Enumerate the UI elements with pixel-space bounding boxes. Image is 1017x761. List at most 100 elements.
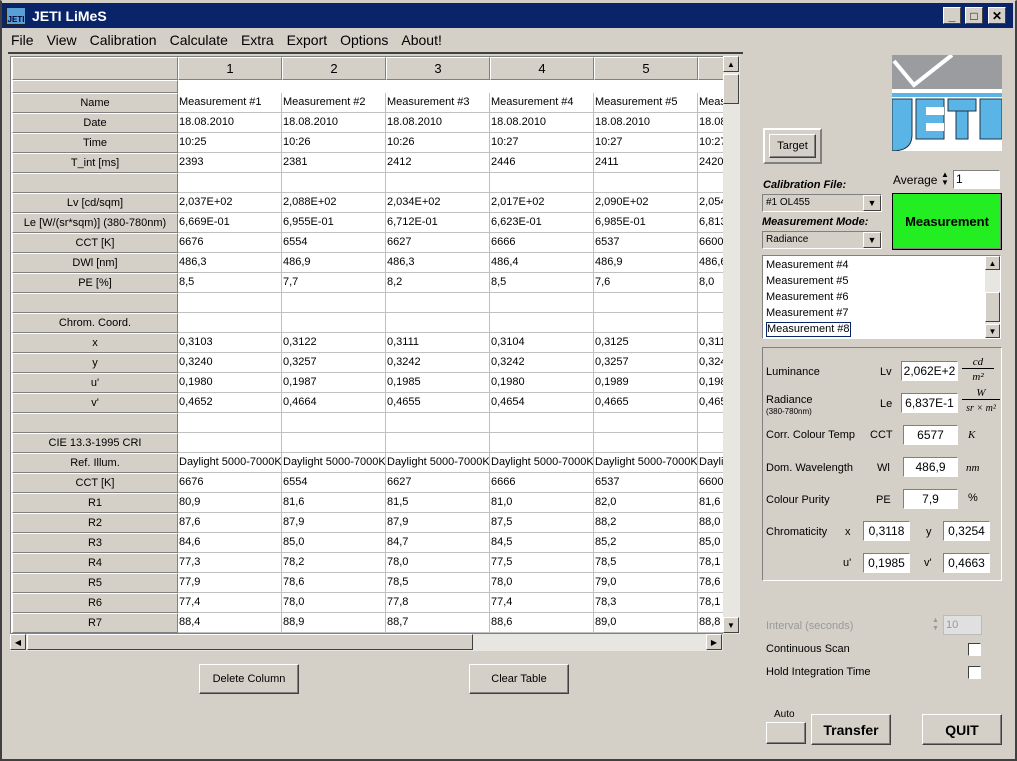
table-cell[interactable]: 18.08.2010 <box>282 113 386 133</box>
table-cell[interactable]: 6,712E-01 <box>386 213 490 233</box>
table-cell[interactable] <box>386 293 490 313</box>
table-cell[interactable]: 81,5 <box>386 493 490 513</box>
table-cell[interactable]: 6554 <box>282 233 386 253</box>
chevron-down-icon[interactable]: ▼ <box>863 232 881 248</box>
row-header[interactable]: x <box>12 333 178 353</box>
table-cell[interactable]: 6,985E-01 <box>594 213 698 233</box>
table-cell[interactable]: 6627 <box>386 473 490 493</box>
table-cell[interactable]: 84,5 <box>490 533 594 553</box>
row-header[interactable]: CCT [K] <box>12 473 178 493</box>
table-cell[interactable]: 79,0 <box>594 573 698 593</box>
column-header[interactable]: 1 <box>178 57 282 80</box>
scroll-down-icon[interactable]: ▼ <box>723 617 739 633</box>
table-cell[interactable]: 10:27 <box>698 133 723 153</box>
table-cell[interactable]: 78,5 <box>386 573 490 593</box>
table-cell[interactable]: 85,0 <box>698 533 723 553</box>
table-cell[interactable]: 18.08 <box>698 113 723 133</box>
table-cell[interactable]: 2,017E+02 <box>490 193 594 213</box>
table-cell[interactable] <box>698 433 723 453</box>
menu-file[interactable]: File <box>11 32 34 48</box>
hold-integration-checkbox[interactable] <box>968 666 981 679</box>
row-header[interactable] <box>12 413 178 433</box>
list-scrollbar[interactable]: ▲ ▼ <box>985 256 1000 338</box>
list-item[interactable]: Measurement #5 <box>766 273 997 289</box>
table-cell[interactable] <box>594 173 698 193</box>
quit-button[interactable]: QUIT <box>922 714 1002 745</box>
scroll-up-icon[interactable]: ▲ <box>985 256 1000 270</box>
table-cell[interactable]: 0,1980 <box>178 373 282 393</box>
table-cell[interactable]: 10:26 <box>282 133 386 153</box>
table-cell[interactable]: Daylight 5000-7000K <box>594 453 698 473</box>
table-cell[interactable] <box>490 313 594 333</box>
table-cell[interactable] <box>178 413 282 433</box>
table-cell[interactable] <box>282 433 386 453</box>
table-cell[interactable]: 6,813 <box>698 213 723 233</box>
transfer-button[interactable]: Transfer <box>811 714 891 745</box>
row-header[interactable] <box>12 293 178 313</box>
close-button[interactable]: ✕ <box>988 7 1006 24</box>
list-item[interactable]: Measurement #4 <box>766 257 997 273</box>
table-cell[interactable]: 2412 <box>386 153 490 173</box>
menu-calculate[interactable]: Calculate <box>170 32 228 48</box>
table-cell[interactable]: 77,4 <box>178 593 282 613</box>
table-cell[interactable]: 6666 <box>490 473 594 493</box>
column-header[interactable]: 5 <box>594 57 698 80</box>
table-cell[interactable] <box>698 173 723 193</box>
menu-about[interactable]: About! <box>401 32 441 48</box>
table-cell[interactable] <box>282 413 386 433</box>
table-cell[interactable]: 78,1 <box>698 593 723 613</box>
table-cell[interactable]: 2,088E+02 <box>282 193 386 213</box>
table-cell[interactable]: 6537 <box>594 233 698 253</box>
table-cell[interactable]: 78,0 <box>282 593 386 613</box>
menu-options[interactable]: Options <box>340 32 388 48</box>
table-cell[interactable]: 78,0 <box>490 573 594 593</box>
menu-calibration[interactable]: Calibration <box>90 32 157 48</box>
table-cell[interactable]: 0,3257 <box>594 353 698 373</box>
table-cell[interactable]: 0,3103 <box>178 333 282 353</box>
list-item[interactable]: Measurement #8 <box>766 322 851 337</box>
column-header[interactable]: 4 <box>490 57 594 80</box>
vertical-scrollbar[interactable]: ▲ ▼ <box>723 56 740 634</box>
target-button[interactable]: Target <box>769 134 816 158</box>
table-cell[interactable]: 0,4652 <box>178 393 282 413</box>
table-cell[interactable] <box>698 293 723 313</box>
table-cell[interactable]: Measurement #5 <box>594 93 698 113</box>
table-cell[interactable]: 0,3242 <box>490 353 594 373</box>
table-cell[interactable]: 87,9 <box>386 513 490 533</box>
table-cell[interactable]: 87,5 <box>490 513 594 533</box>
table-cell[interactable]: 81,6 <box>698 493 723 513</box>
continuous-scan-checkbox[interactable] <box>968 643 981 656</box>
table-cell[interactable]: 2,034E+02 <box>386 193 490 213</box>
table-cell[interactable]: 2393 <box>178 153 282 173</box>
table-cell[interactable] <box>490 413 594 433</box>
table-cell[interactable]: 18.08.2010 <box>386 113 490 133</box>
maximize-button[interactable]: □ <box>965 7 983 24</box>
row-header[interactable]: CIE 13.3-1995 CRI <box>12 433 178 453</box>
table-cell[interactable] <box>698 313 723 333</box>
table-cell[interactable]: 89,0 <box>594 613 698 633</box>
row-header[interactable]: T_int [ms] <box>12 153 178 173</box>
table-cell[interactable]: 8,5 <box>178 273 282 293</box>
table-cell[interactable]: 2446 <box>490 153 594 173</box>
row-header[interactable]: y <box>12 353 178 373</box>
table-cell[interactable]: Daylig <box>698 453 723 473</box>
table-cell[interactable] <box>386 173 490 193</box>
table-cell[interactable]: Measurement #1 <box>178 93 282 113</box>
table-cell[interactable]: 78,6 <box>282 573 386 593</box>
table-cell[interactable]: 486,3 <box>386 253 490 273</box>
table-cell[interactable]: Measurement #4 <box>490 93 594 113</box>
table-cell[interactable]: 77,4 <box>490 593 594 613</box>
table-cell[interactable] <box>594 433 698 453</box>
table-cell[interactable]: 2,054 <box>698 193 723 213</box>
scroll-up-icon[interactable]: ▲ <box>723 56 739 72</box>
row-header[interactable]: R1 <box>12 493 178 513</box>
calibration-file-dropdown[interactable]: #1 OL455 ▼ <box>762 194 882 212</box>
table-cell[interactable] <box>282 313 386 333</box>
row-header[interactable]: R4 <box>12 553 178 573</box>
table-cell[interactable]: Daylight 5000-7000K <box>386 453 490 473</box>
row-header[interactable]: Date <box>12 113 178 133</box>
table-cell[interactable]: 85,0 <box>282 533 386 553</box>
table-cell[interactable] <box>594 293 698 313</box>
list-item[interactable]: Measurement #6 <box>766 289 997 305</box>
table-cell[interactable]: 0,1987 <box>282 373 386 393</box>
